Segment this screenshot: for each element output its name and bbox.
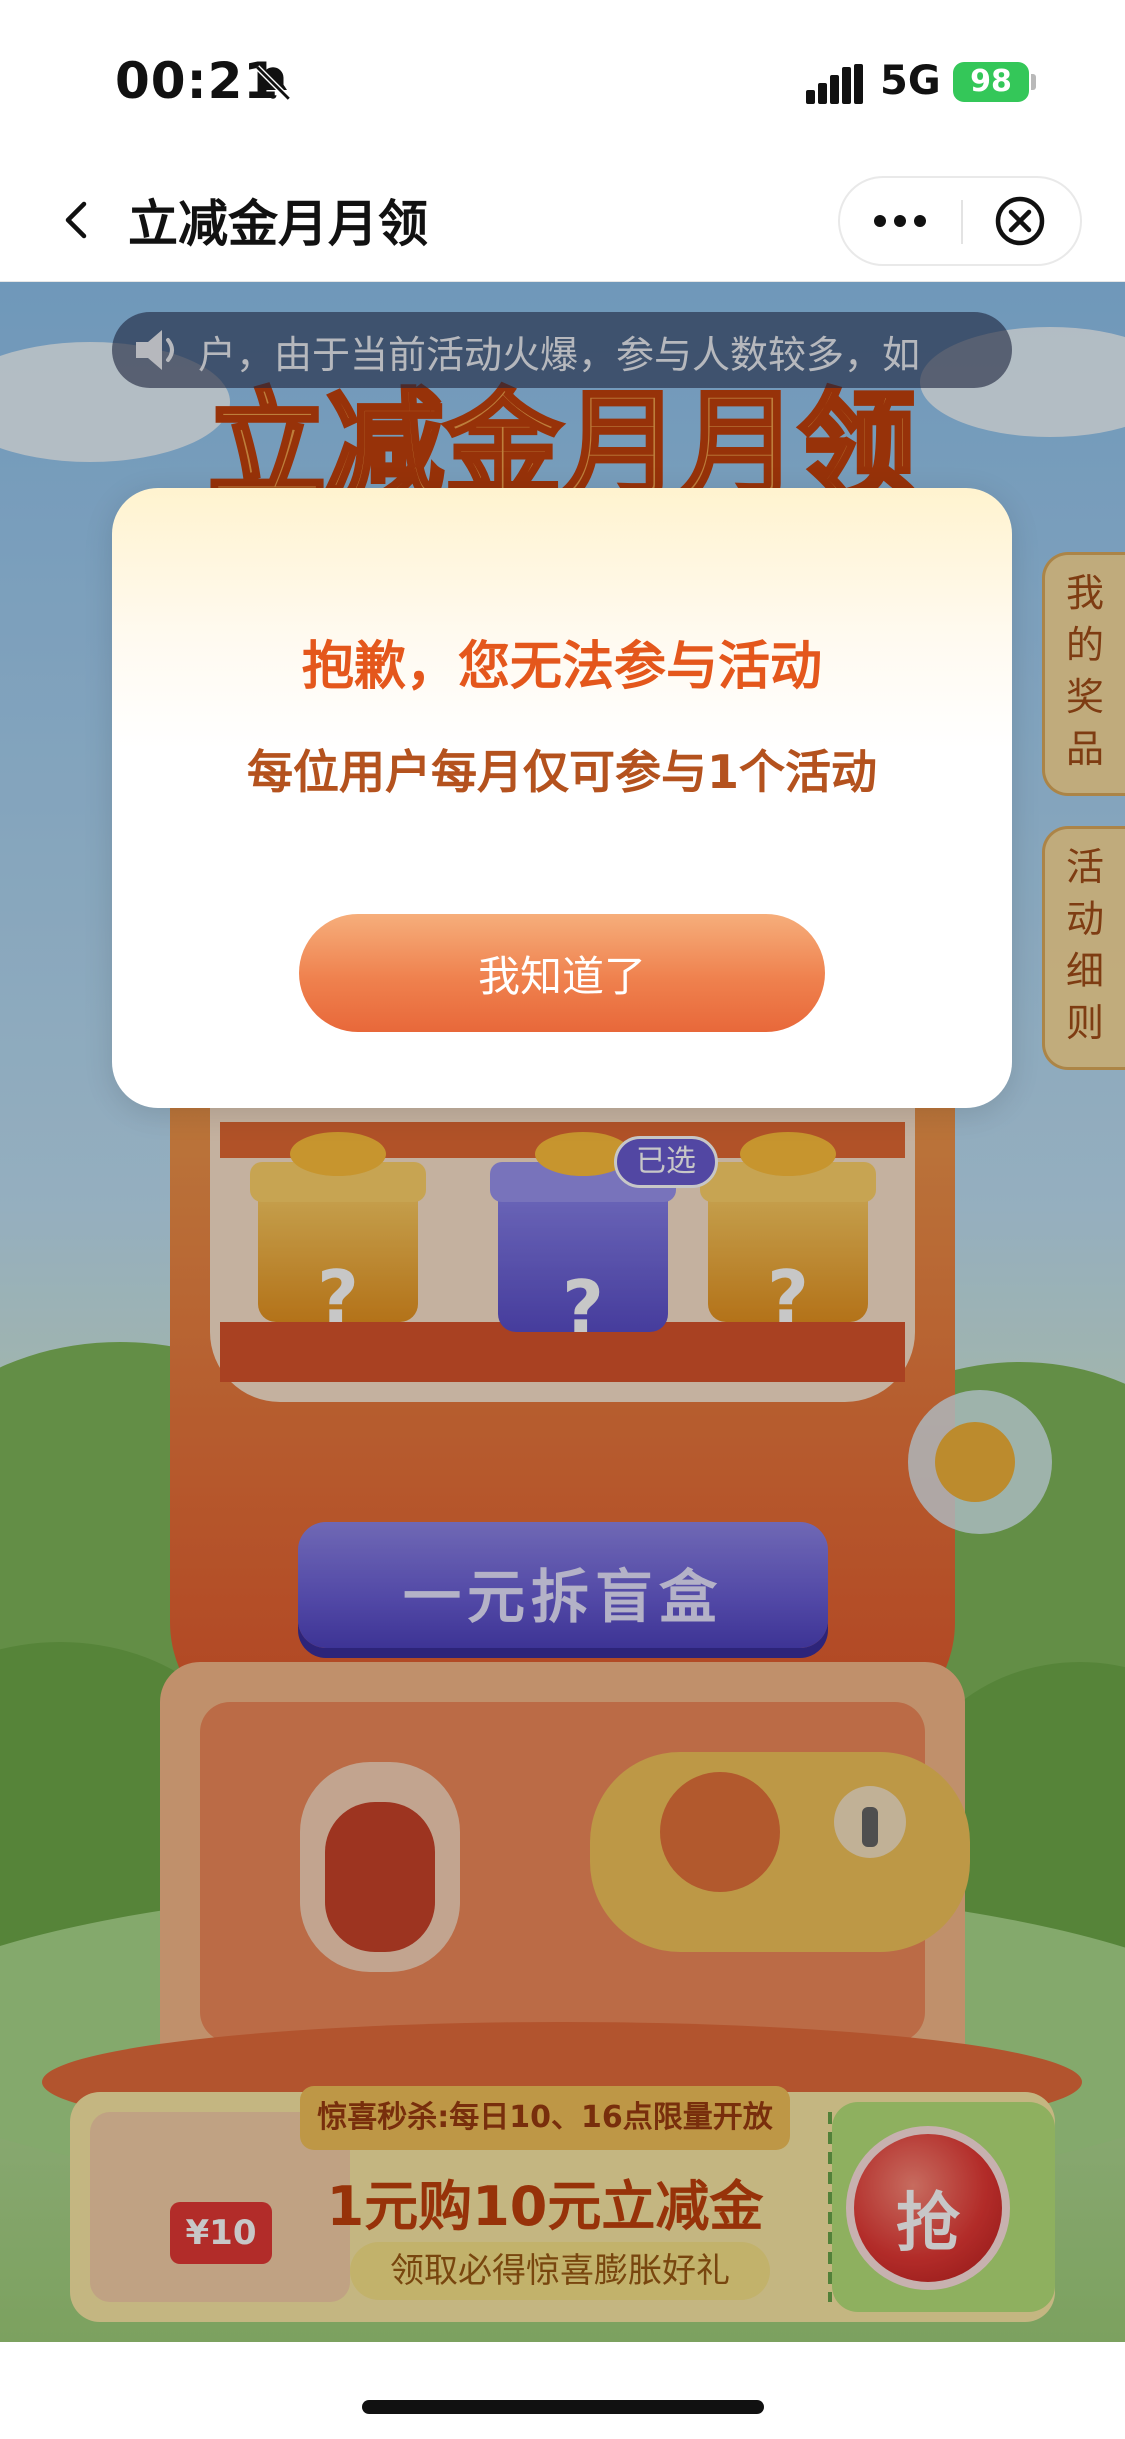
chevron-left-icon[interactable] <box>48 190 108 250</box>
confirm-button[interactable]: 我知道了 <box>299 914 825 1032</box>
page-title: 立减金月月领 <box>128 195 428 253</box>
status-bar: 00:21 5G 98 <box>0 0 1125 160</box>
home-indicator[interactable] <box>362 2400 764 2414</box>
more-icon[interactable] <box>840 178 960 264</box>
battery-charging-icon: 98 <box>953 62 1029 102</box>
bell-off-icon <box>255 65 291 101</box>
home-area <box>0 2342 1125 2439</box>
menu-capsule <box>838 176 1082 266</box>
dialog-title: 抱歉，您无法参与活动 <box>301 637 822 697</box>
capsule-divider <box>961 200 963 244</box>
battery-nub <box>1031 74 1036 90</box>
signal-icon <box>806 64 863 104</box>
close-circle-icon[interactable] <box>964 178 1080 264</box>
dialog-message: 每位用户每月仅可参与1个活动 <box>246 745 877 799</box>
nav-bar: 立减金月月领 <box>0 160 1125 282</box>
battery-level: 98 <box>970 64 1012 99</box>
network-type: 5G <box>880 58 941 104</box>
error-dialog: 抱歉，您无法参与活动 每位用户每月仅可参与1个活动 我知道了 <box>112 488 1012 1108</box>
